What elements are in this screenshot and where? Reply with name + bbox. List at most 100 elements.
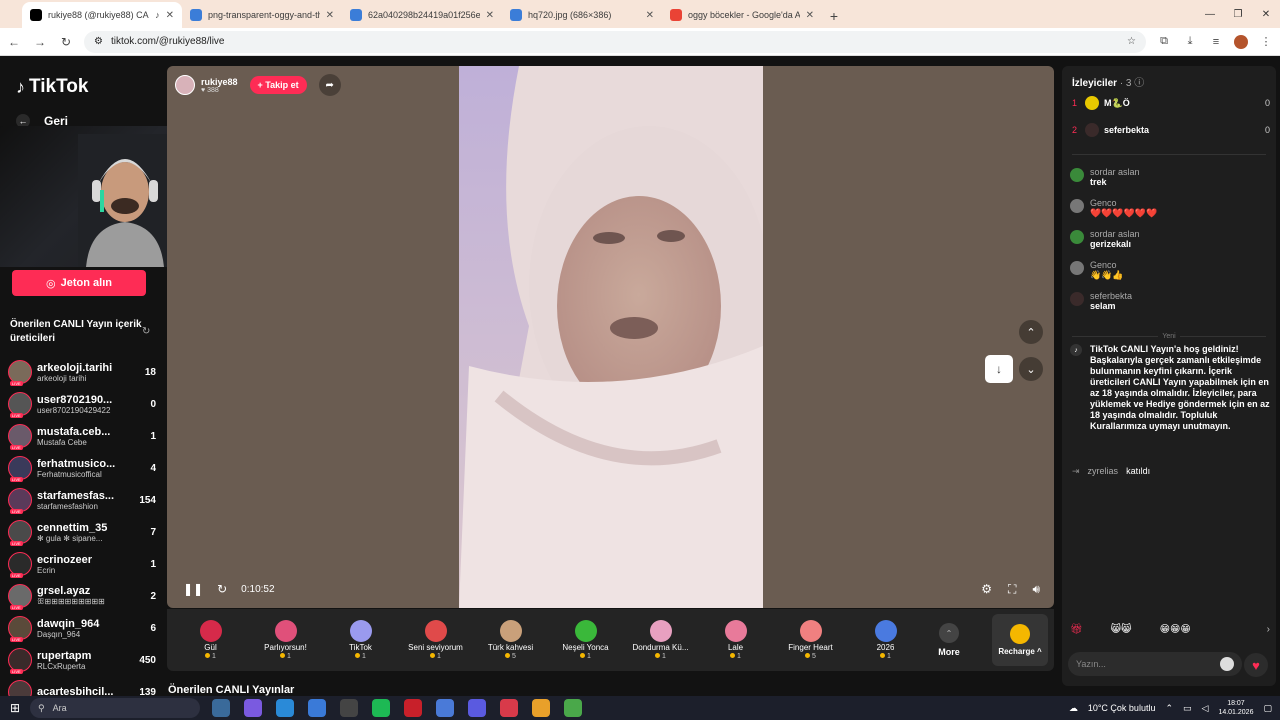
next-stream-button[interactable]: ⌄ xyxy=(1019,357,1043,381)
minimize-button[interactable]: — xyxy=(1196,0,1224,28)
chrome-icon[interactable] xyxy=(532,699,550,717)
maximize-button[interactable]: ❐ xyxy=(1224,0,1252,28)
creator-list-item[interactable]: LIVE user8702190... user8702190429422 0 xyxy=(8,388,156,420)
more-gifts-button[interactable]: ⌃ More xyxy=(923,623,975,657)
chrome-alt-icon[interactable] xyxy=(564,699,582,717)
tab-audio-icon[interactable]: ♪ xyxy=(155,10,160,20)
replay-icon[interactable]: ↻ xyxy=(217,582,227,596)
tab-close-icon[interactable]: ✕ xyxy=(326,10,334,21)
bookmark-star-icon[interactable]: ☆ xyxy=(1127,36,1136,47)
reload-icon[interactable]: ↻ xyxy=(58,35,74,49)
mail-icon[interactable] xyxy=(308,699,326,717)
creator-list-item[interactable]: LIVE ecrinozeer Ecrin 1 xyxy=(8,548,156,580)
creator-list-item[interactable]: LIVE grsel.ayaz ꕥ⊞⊞⊞⊞⊞⊞⊞⊞⊞ 2 xyxy=(8,580,156,612)
host-avatar[interactable] xyxy=(175,75,195,95)
taskbar-search[interactable]: ⚲ Ara xyxy=(30,698,200,718)
fullscreen-icon[interactable]: ⛶ xyxy=(1008,582,1016,597)
gift-item[interactable]: Parlıyorsun! 1 xyxy=(248,620,323,660)
creator-list-item[interactable]: LIVE arkeoloji.tarihi arkeoloji tarihi 18 xyxy=(8,356,156,388)
chat-username[interactable]: Genco xyxy=(1090,198,1157,208)
gift-item[interactable]: Seni seviyorum 1 xyxy=(398,620,473,660)
gift-item[interactable]: Finger Heart 5 xyxy=(773,620,848,660)
viewer-row[interactable]: 1 M🐍Ö 0 xyxy=(1072,94,1270,112)
notifications-icon[interactable]: ▢ xyxy=(1263,703,1272,714)
gift-box-icon[interactable]: 🎁︎ xyxy=(1070,624,1083,635)
tab-close-icon[interactable]: ✕ xyxy=(646,10,654,21)
viewers-header[interactable]: İzleyiciler · 3 ⓘ xyxy=(1072,74,1144,89)
chat-input[interactable]: Yazın... xyxy=(1068,652,1242,676)
settings-gear-icon[interactable]: ⚙ xyxy=(981,582,992,597)
download-icon[interactable]: ⤓ xyxy=(1182,35,1198,48)
chevron-right-icon[interactable]: › xyxy=(1267,624,1270,635)
previous-stream-button[interactable]: ⌃ xyxy=(1019,320,1043,344)
chat-avatar[interactable] xyxy=(1070,230,1084,244)
gift-item[interactable]: TikTok 1 xyxy=(323,620,398,660)
like-heart-button[interactable]: ♥ xyxy=(1244,653,1268,677)
app-blue-icon[interactable] xyxy=(436,699,454,717)
gift-item[interactable]: Gül 1 xyxy=(173,620,248,660)
chat-username[interactable]: sordar aslan xyxy=(1090,167,1140,177)
gift-item[interactable]: 2026 1 xyxy=(848,620,923,660)
tiktok-logo[interactable]: ♪ TikTok xyxy=(16,76,88,98)
tab-close-icon[interactable]: ✕ xyxy=(486,10,494,21)
profile-avatar[interactable] xyxy=(1234,34,1248,49)
gift-item[interactable]: Lale 1 xyxy=(698,620,773,660)
copilot-icon[interactable] xyxy=(244,699,262,717)
task-view-icon[interactable] xyxy=(212,699,230,717)
volume-icon[interactable]: 🔊︎ xyxy=(1032,582,1040,597)
emoji-picker-icon[interactable] xyxy=(1220,657,1234,671)
chat-username[interactable]: sordar aslan xyxy=(1090,229,1140,239)
download-arrow-button[interactable]: ↓ xyxy=(985,355,1013,383)
creator-list-item[interactable]: LIVE cennettim_35 ✻ gula ✻ sipane... 7 xyxy=(8,516,156,548)
get-coins-button[interactable]: ◎ Jeton alın xyxy=(12,270,146,296)
quick-emoji-1[interactable]: 😸😸 xyxy=(1111,624,1132,635)
browser-tab[interactable]: oggy böcekler - Google'da Ara ✕ xyxy=(662,2,822,28)
pause-icon[interactable]: ❚❚ xyxy=(183,582,203,596)
menu-icon[interactable]: ⋮ xyxy=(1258,35,1274,48)
close-window-button[interactable]: ✕ xyxy=(1252,0,1280,28)
speaker-icon[interactable]: ◁ xyxy=(1202,703,1209,714)
gift-item[interactable]: Dondurma Kü... 1 xyxy=(623,620,698,660)
creator-list-item[interactable]: LIVE starfamesfas... starfamesfashion 154 xyxy=(8,484,156,516)
chat-avatar[interactable] xyxy=(1070,261,1084,275)
gift-item[interactable]: Türk kahvesi 5 xyxy=(473,620,548,660)
chat-avatar[interactable] xyxy=(1070,292,1084,306)
share-icon[interactable]: ➦ xyxy=(318,74,341,96)
chat-avatar[interactable] xyxy=(1070,199,1084,213)
site-info-icon[interactable]: ⚙ xyxy=(94,36,103,47)
app-red-icon[interactable] xyxy=(404,699,422,717)
creator-list-item[interactable]: LIVE ferhatmusico... Ferhatmusicoffical 4 xyxy=(8,452,156,484)
joined-user[interactable]: zyrelias xyxy=(1088,466,1119,477)
quick-emoji-2[interactable]: 😁😁😁 xyxy=(1160,624,1191,635)
address-bar[interactable]: ⚙ tiktok.com/@rukiye88/live ☆ xyxy=(84,30,1146,53)
discord-icon[interactable] xyxy=(468,699,486,717)
browser-tab[interactable]: rukiye88 (@rukiye88) CANL ♪ ✕ xyxy=(22,2,182,28)
viewer-row[interactable]: 2 seferbekta 0 xyxy=(1072,121,1270,139)
extensions-icon[interactable]: ⧉ xyxy=(1156,35,1172,48)
follow-button[interactable]: + Takip et xyxy=(249,76,307,94)
weather-text[interactable]: 10°C Çok bulutlu xyxy=(1088,703,1156,713)
live-stream-video[interactable] xyxy=(459,66,763,608)
creator-list-item[interactable]: LIVE dawqin_964 Daşqın_964 6 xyxy=(8,612,156,644)
info-icon[interactable]: ⓘ xyxy=(1134,78,1144,89)
creator-list-item[interactable]: LIVE rupertapm RLCxRuperta 450 xyxy=(8,644,156,676)
chat-username[interactable]: seferbekta xyxy=(1090,291,1132,301)
browser-tab[interactable]: hq720.jpg (686×386) ✕ xyxy=(502,2,662,28)
recharge-button[interactable]: Recharge ^ xyxy=(992,614,1048,666)
browser-tab[interactable]: png-transparent-oggy-and-the ✕ xyxy=(182,2,342,28)
network-icon[interactable]: ▭ xyxy=(1183,703,1192,714)
creator-list-item[interactable]: LIVE mustafa.ceb... Mustafa Cebe 1 xyxy=(8,420,156,452)
tab-close-icon[interactable]: ✕ xyxy=(166,10,174,21)
browser-tab[interactable]: 62a040298b24419a01f256e.jp ✕ xyxy=(342,2,502,28)
forward-nav-icon[interactable]: → xyxy=(32,35,48,49)
tray-chevron-icon[interactable]: ⌃ xyxy=(1165,703,1173,714)
new-tab-button[interactable]: + xyxy=(822,4,846,28)
windows-start-icon[interactable]: ⊞ xyxy=(0,701,30,715)
gift-item[interactable]: Neşeli Yonca 1 xyxy=(548,620,623,660)
reading-list-icon[interactable]: ≡ xyxy=(1208,36,1224,48)
refresh-icon[interactable]: ↻ xyxy=(142,326,150,337)
host-name[interactable]: rukiye88 xyxy=(201,77,238,87)
edge-icon[interactable] xyxy=(276,699,294,717)
github-icon[interactable] xyxy=(340,699,358,717)
chat-avatar[interactable] xyxy=(1070,168,1084,182)
